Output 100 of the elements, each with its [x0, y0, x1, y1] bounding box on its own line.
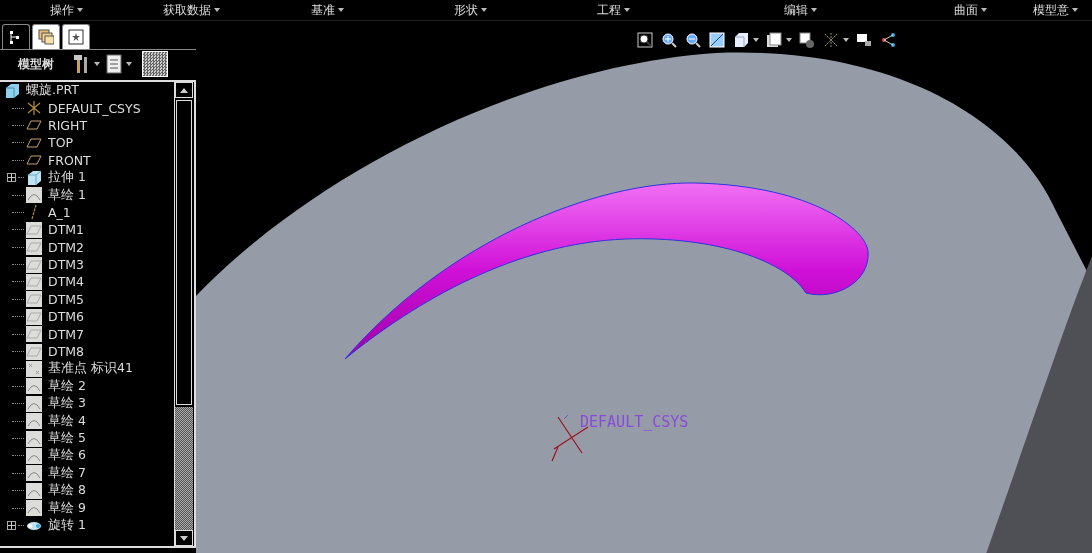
network-button[interactable]	[879, 31, 897, 49]
caret-icon	[77, 8, 83, 12]
show-dropdown[interactable]	[106, 54, 132, 74]
sketch-icon	[26, 413, 42, 430]
sketch-icon	[26, 395, 42, 412]
datum-plane-icon	[26, 221, 42, 238]
tree-item[interactable]: DTM1	[0, 221, 174, 239]
shaded-cube-button[interactable]	[732, 31, 750, 49]
caret-icon	[94, 62, 100, 66]
menu-item[interactable]: 操作	[50, 1, 164, 19]
tree-item[interactable]: TOP	[0, 134, 174, 152]
caret-icon	[214, 8, 221, 12]
panel-tab[interactable]	[2, 24, 30, 49]
list-icon	[106, 54, 122, 74]
tree-item[interactable]: 草绘 2	[0, 377, 174, 396]
tree-item[interactable]: DTM4	[0, 273, 174, 291]
zoom-in-button[interactable]	[660, 31, 678, 49]
datum-plane-icon	[26, 326, 42, 343]
zoom-out-button[interactable]	[684, 31, 702, 49]
tree-item[interactable]: 草绘 5	[0, 429, 174, 448]
tree-item[interactable]: 草绘 6	[0, 447, 174, 465]
csys-label: DEFAULT_CSYS	[580, 413, 689, 431]
menu-item[interactable]: 形状	[453, 1, 597, 19]
tree-item[interactable]: 草绘 1	[0, 186, 174, 204]
expand-icon[interactable]	[7, 520, 16, 530]
zoom-out-icon	[686, 33, 701, 48]
menu-item[interactable]: 曲面	[954, 1, 1033, 19]
expand-icon[interactable]	[7, 173, 16, 183]
tree-item[interactable]: 草绘 8	[0, 482, 174, 500]
caret-icon	[338, 8, 344, 12]
datum-plane-icon	[26, 308, 42, 325]
zoom-fit-button[interactable]	[636, 31, 654, 49]
tree-item[interactable]: 螺旋.PRT	[0, 82, 174, 100]
tree-icon	[10, 31, 19, 44]
network-icon	[882, 33, 895, 47]
tree-item[interactable]: A_1	[0, 203, 174, 222]
menu-item[interactable]: 基准	[311, 1, 454, 19]
settings-dropdown[interactable]	[72, 54, 100, 74]
tools-icon	[74, 55, 87, 73]
cube-icon	[5, 83, 19, 99]
tree-item[interactable]: DEFAULT_CSYS	[0, 99, 174, 117]
caret-icon[interactable]	[786, 38, 792, 42]
tree-item[interactable]: DTM6	[0, 308, 174, 326]
grid-toggle[interactable]	[142, 51, 168, 77]
caret-icon[interactable]	[753, 38, 759, 42]
tree-item[interactable]: DTM7	[0, 325, 174, 343]
panel-tab[interactable]	[62, 24, 90, 49]
coordinate-system-icon	[27, 100, 41, 116]
sketch-icon	[26, 500, 42, 517]
datum-plane-icon	[26, 256, 42, 273]
caret-icon	[126, 62, 132, 66]
plane-icon	[26, 138, 42, 148]
tree-item[interactable]: DTM8	[0, 342, 174, 361]
tree-item[interactable]: 草绘 7	[0, 464, 174, 482]
datum-point-icon	[26, 360, 42, 377]
sketch-icon	[26, 465, 42, 482]
revolve-icon	[27, 522, 41, 531]
sketch-icon	[26, 378, 42, 395]
shaded-cube-icon	[734, 33, 748, 48]
scroll-down-icon[interactable]	[175, 530, 193, 546]
tree-item[interactable]: 草绘 4	[0, 412, 174, 430]
sketch-icon	[26, 430, 42, 447]
datum-plane-icon	[26, 274, 42, 290]
menu-item[interactable]: 获取数据	[163, 1, 311, 19]
tree-item[interactable]: FRONT	[0, 151, 174, 169]
scrollbar-thumb[interactable]	[176, 100, 192, 405]
tree-item[interactable]: 旋转 1	[0, 516, 174, 535]
menu-item[interactable]: 工程	[596, 1, 784, 19]
tree-item[interactable]: RIGHT	[0, 116, 174, 135]
tree-item[interactable]: DTM3	[0, 255, 174, 274]
scrollbar[interactable]	[174, 82, 193, 546]
datum-plane-icon	[26, 291, 42, 308]
saved-views-icon	[767, 32, 782, 47]
scroll-up-icon[interactable]	[175, 82, 193, 98]
panel-title: 模型树	[18, 55, 55, 73]
tree-item[interactable]: 草绘 3	[0, 395, 174, 413]
sketch-icon	[26, 187, 42, 204]
caret-icon	[623, 8, 630, 12]
caret-icon	[480, 8, 487, 12]
menu-item[interactable]: 模型意	[1032, 1, 1092, 19]
tree-item[interactable]: 草绘 9	[0, 499, 174, 517]
tree-item[interactable]: 拉伸 1	[0, 168, 174, 187]
sketch-icon	[26, 447, 42, 464]
saved-views-button[interactable]	[765, 31, 783, 49]
layers-icon	[38, 29, 54, 45]
zoom-fit-icon	[637, 32, 653, 48]
plane-icon	[26, 120, 42, 130]
plane-icon	[26, 155, 42, 165]
datum-plane-icon	[26, 239, 42, 256]
caret-icon[interactable]	[843, 38, 849, 42]
sketch-icon	[26, 482, 42, 499]
cube-icon	[27, 170, 42, 186]
caret-icon	[810, 8, 817, 12]
menu-item[interactable]: 编辑	[783, 1, 955, 19]
tree-item[interactable]: DTM2	[0, 238, 174, 256]
tree-item[interactable]: DTM5	[0, 290, 174, 309]
tree-item[interactable]: 基准点 标识41	[0, 360, 174, 378]
zoom-in-icon	[662, 33, 677, 48]
axis-icon	[31, 204, 37, 220]
datum-plane-icon	[26, 343, 42, 360]
